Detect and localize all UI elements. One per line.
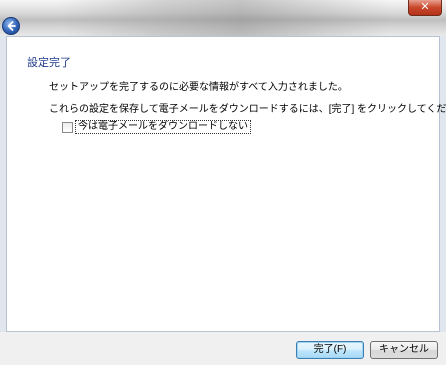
button-bar: 完了(F) キャンセル xyxy=(0,332,446,365)
title-bar-glass xyxy=(60,0,390,36)
back-button[interactable] xyxy=(2,17,20,35)
title-bar: ✕ xyxy=(0,0,446,36)
close-icon: ✕ xyxy=(420,0,430,13)
wizard-content-panel: 設定完了 セットアップを完了するのに必要な情報がすべて入力されました。 これらの… xyxy=(6,36,446,332)
skip-download-label[interactable]: 今は電子メールをダウンロードしない xyxy=(75,120,251,134)
finish-button[interactable]: 完了(F) xyxy=(296,341,364,359)
skip-download-checkbox[interactable] xyxy=(62,121,73,133)
instruction-message: これらの設定を保存して電子メールをダウンロードするには、[完了] をクリックして… xyxy=(49,104,446,115)
setup-wizard-window: ✕ 設定完了 セットアップを完了するのに必要な情報がすべて入力されました。 これ… xyxy=(0,0,446,365)
page-title: 設定完了 xyxy=(27,57,71,69)
back-arrow-icon xyxy=(7,21,16,31)
completion-message: セットアップを完了するのに必要な情報がすべて入力されました。 xyxy=(49,82,348,93)
close-button[interactable]: ✕ xyxy=(408,0,442,16)
skip-download-option[interactable]: 今は電子メールをダウンロードしない xyxy=(62,120,251,134)
cancel-button[interactable]: キャンセル xyxy=(370,341,438,359)
